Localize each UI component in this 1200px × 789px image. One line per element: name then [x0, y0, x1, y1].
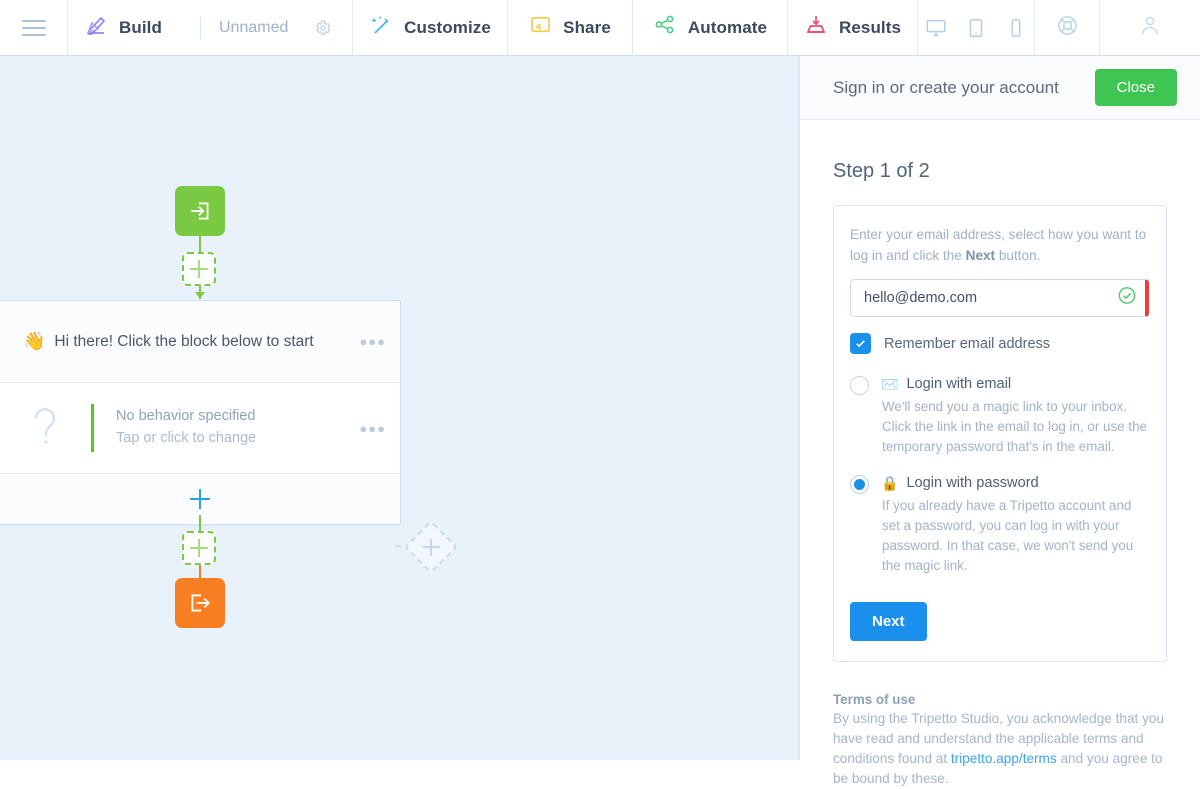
customize-tab-inner[interactable]: Customize [347, 13, 513, 42]
tab-customize[interactable]: Customize [353, 0, 508, 55]
user-avatar-icon [1138, 13, 1162, 42]
terms-section: Terms of use By using the Tripetto Studi… [800, 662, 1200, 789]
panel-header: Sign in or create your account Close [800, 56, 1200, 120]
card-header[interactable]: 👋 Hi there! Click the block below to sta… [0, 301, 400, 383]
end-block[interactable] [175, 578, 225, 628]
remember-email-checkbox[interactable] [850, 333, 871, 354]
help-button[interactable] [1035, 0, 1100, 55]
exit-arrow-icon [191, 594, 210, 612]
branch-add-button[interactable] [412, 528, 450, 566]
question-card[interactable]: 👋 Hi there! Click the block below to sta… [0, 300, 401, 525]
form-name[interactable]: Unnamed [200, 16, 288, 39]
menu-button[interactable] [0, 0, 68, 55]
add-block-bottom[interactable] [182, 531, 216, 565]
device-preview-group [918, 0, 1035, 55]
signin-form: Enter your email address, select how you… [833, 205, 1167, 662]
add-block-top[interactable] [182, 252, 216, 286]
envelope-emoji-icon: ✉️ [881, 376, 899, 392]
option-password-description: If you already have a Tripetto account a… [882, 498, 1134, 573]
share-tab-inner[interactable]: Share [507, 14, 633, 42]
plus-icon [189, 489, 210, 509]
signin-panel: Sign in or create your account Close Ste… [800, 56, 1200, 786]
tab-results[interactable]: Results [788, 0, 918, 55]
card-header-text: Hi there! Click the block below to start [54, 332, 314, 350]
next-button[interactable]: Next [850, 602, 927, 641]
life-ring-icon [1056, 14, 1079, 42]
build-pen-icon [84, 13, 108, 42]
option-email-description: We'll send you a magic link to your inbo… [882, 399, 1147, 454]
hamburger-icon [21, 19, 46, 36]
customize-label: Customize [404, 17, 491, 37]
option-email-title-row[interactable]: ✉️ Login with email [881, 374, 1149, 394]
tablet-icon[interactable] [956, 17, 996, 39]
magic-wand-icon [369, 13, 393, 42]
automate-label: Automate [687, 17, 768, 37]
question-mark-icon [0, 383, 91, 473]
option-email-content: ✉️ Login with email We'll send you a mag… [881, 374, 1149, 457]
results-label: Results [838, 17, 902, 37]
nodes-icon [653, 13, 677, 42]
top-toolbar: Build Unnamed Customize Share Automate R… [0, 0, 1200, 56]
inbox-download-icon [804, 13, 828, 42]
build-label: Build [119, 17, 162, 37]
phone-icon[interactable] [996, 17, 1036, 39]
automate-tab-inner[interactable]: Automate [631, 13, 789, 42]
card-header-menu-button[interactable]: ●●● [359, 334, 386, 349]
panel-title: Sign in or create your account [833, 77, 1059, 97]
email-field[interactable] [850, 279, 1149, 317]
flow-canvas[interactable]: 👋 Hi there! Click the block below to sta… [0, 56, 800, 760]
radio-login-with-email[interactable] [850, 376, 869, 395]
terms-link[interactable]: tripetto.app/terms [951, 751, 1057, 766]
option-password-label: Login with password [906, 475, 1039, 491]
tab-automate[interactable]: Automate [633, 0, 788, 55]
lock-emoji-icon: 🔒 [881, 475, 899, 491]
terms-title: Terms of use [833, 692, 916, 707]
arrow-down-icon [195, 292, 205, 299]
option-login-with-email[interactable]: ✉️ Login with email We'll send you a mag… [850, 374, 1149, 457]
wave-emoji-icon: 👋 [23, 331, 46, 351]
enter-arrow-icon [191, 202, 209, 220]
behavior-title: No behavior specified [116, 408, 256, 424]
step-indicator: Step 1 of 2 [833, 160, 930, 182]
behavior-subtitle: Tap or click to change [116, 430, 257, 446]
screencast-icon [529, 14, 552, 42]
behavior-info[interactable]: No behavior specified Tap or click to ch… [94, 383, 359, 473]
terms-text: By using the Tripetto Studio, you acknow… [833, 709, 1167, 789]
connector-end-1 [199, 515, 201, 531]
form-instructions: Enter your email address, select how you… [850, 224, 1149, 266]
build-settings-button[interactable] [314, 19, 336, 37]
radio-login-with-password[interactable] [850, 475, 869, 494]
card-body-menu-wrap[interactable]: ●●● [359, 383, 400, 473]
card-body-menu-button[interactable]: ●●● [359, 421, 386, 436]
option-password-content: 🔒 Login with password If you already hav… [881, 473, 1149, 576]
account-button[interactable] [1100, 0, 1200, 55]
instruction-next-bold: Next [965, 248, 996, 263]
remember-email-label: Remember email address [884, 335, 1051, 352]
share-label: Share [563, 17, 611, 37]
gear-icon [316, 20, 331, 35]
close-button[interactable]: Close [1094, 69, 1177, 106]
start-block[interactable] [175, 186, 225, 236]
desktop-icon[interactable] [916, 17, 956, 39]
option-password-title-row[interactable]: 🔒 Login with password [881, 473, 1149, 493]
tab-share[interactable]: Share [508, 0, 633, 55]
build-tab-inner[interactable]: Build [84, 13, 184, 42]
tab-build[interactable]: Build Unnamed [68, 0, 353, 55]
remember-email-checkbox-row[interactable]: Remember email address [850, 333, 1149, 354]
option-email-label: Login with email [906, 376, 1012, 392]
card-body[interactable]: No behavior specified Tap or click to ch… [0, 383, 400, 474]
option-login-with-password[interactable]: 🔒 Login with password If you already hav… [850, 473, 1149, 576]
results-tab-inner[interactable]: Results [782, 13, 923, 42]
instruction-part-2: button. [995, 248, 1041, 263]
panel-body: Step 1 of 2 Enter your email address, se… [800, 120, 1200, 662]
email-field-wrap [850, 279, 1149, 317]
